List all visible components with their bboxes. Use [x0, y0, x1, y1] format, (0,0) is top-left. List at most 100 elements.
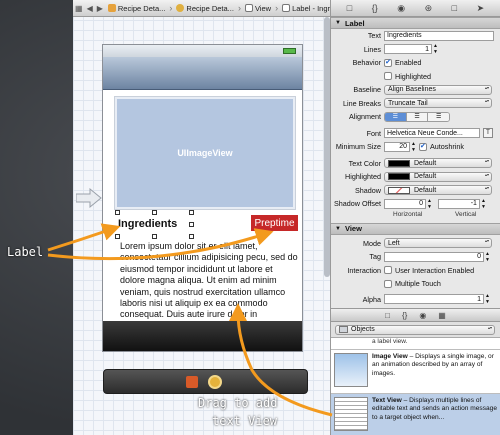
- attributes-inspector: □ {} ◉ ⊛ □ ➤ ▼ Label Text Ingredients Li…: [330, 0, 500, 435]
- resize-handle[interactable]: [152, 234, 157, 239]
- color-swatch: [388, 159, 410, 167]
- minimum-size-label: Minimum Size: [335, 142, 381, 152]
- view-icon: [244, 4, 253, 12]
- multiple-touch-label: Multiple Touch: [395, 279, 441, 289]
- lines-field[interactable]: 1: [384, 44, 432, 55]
- resize-handle[interactable]: [115, 210, 120, 215]
- quick-help-icon[interactable]: {}: [372, 3, 378, 13]
- drag-annotation-line2: text View: [212, 414, 278, 428]
- multiple-touch-checkbox[interactable]: [384, 279, 392, 288]
- image-view-caption: UIImageView: [177, 148, 233, 158]
- enabled-label: Enabled: [395, 58, 422, 68]
- breadcrumb-2[interactable]: Recipe Deta...: [173, 4, 237, 13]
- breadcrumb-3[interactable]: View: [242, 4, 274, 13]
- file-inspector-icon[interactable]: □: [347, 3, 352, 13]
- align-right-icon[interactable]: ☰: [428, 112, 449, 121]
- navigation-bar[interactable]: [103, 57, 302, 90]
- label-icon: [282, 4, 291, 12]
- highlighted-color-popup[interactable]: Default: [384, 171, 492, 182]
- file-template-library-icon[interactable]: □: [385, 311, 390, 320]
- text-color-popup[interactable]: Default: [384, 158, 492, 169]
- label-section-header[interactable]: ▼ Label: [331, 17, 500, 29]
- disclosure-down-icon: ▼: [335, 225, 341, 232]
- back-icon[interactable]: ◀: [85, 4, 95, 13]
- shadow-h-stepper-icon[interactable]: ▲ ▼: [427, 198, 432, 210]
- tag-field[interactable]: 0: [384, 251, 484, 262]
- font-field[interactable]: Helvetica Neue Conde...: [384, 128, 480, 139]
- shadow-color-popup[interactable]: Default: [384, 185, 492, 196]
- highlighted-checkbox[interactable]: [384, 72, 392, 81]
- alignment-segmented-control[interactable]: ☰ ☰ ☰: [384, 111, 450, 122]
- tag-stepper-icon[interactable]: ▲ ▼: [485, 251, 490, 263]
- line-breaks-popup[interactable]: Truncate Tail: [384, 98, 492, 109]
- shadow-offset-vertical-field[interactable]: -1: [437, 198, 480, 209]
- line-breaks-label: Line Breaks: [343, 98, 381, 108]
- image-view-thumbnail-icon: [334, 353, 368, 387]
- breadcrumb-1[interactable]: Recipe Deta...: [105, 4, 169, 13]
- attributes-inspector-icon[interactable]: ⊛: [425, 3, 433, 14]
- media-library-icon[interactable]: ▦: [438, 311, 446, 320]
- enabled-checkbox[interactable]: ✔: [384, 58, 392, 67]
- library-item-partial[interactable]: a label view.: [331, 338, 500, 350]
- connections-inspector-icon[interactable]: ➤: [477, 3, 485, 14]
- mode-popup[interactable]: Left: [384, 238, 492, 249]
- disclosure-down-icon: ▼: [335, 20, 341, 26]
- status-bar: [103, 45, 302, 57]
- label-annotation: Label: [7, 245, 44, 259]
- resize-handle[interactable]: [189, 210, 194, 215]
- align-center-icon[interactable]: ☰: [406, 112, 429, 121]
- ingredients-label[interactable]: Ingredients: [118, 218, 177, 233]
- forward-icon[interactable]: ▶: [95, 4, 105, 13]
- vertical-caption: Vertical: [455, 210, 477, 218]
- library-filter-row: Objects: [331, 322, 500, 338]
- view-controller-scene[interactable]: UIImageView Ingredients Preptime Lorem i…: [102, 44, 303, 352]
- baseline-label: Baseline: [353, 85, 381, 95]
- library-item-description: Text View – Displays multiple lines of e…: [372, 397, 497, 421]
- library-tab-bar: □ {} ◉ ▦: [331, 308, 500, 322]
- breadcrumb-4[interactable]: Label - Ingredients: [279, 4, 330, 13]
- text-color-label: Text Color: [348, 158, 381, 168]
- jump-bar: ▦ ◀ ▶ Recipe Deta... › Recipe Deta... › …: [73, 0, 330, 17]
- inspector-toolbar: □ {} ◉ ⊛ □ ➤: [331, 0, 500, 17]
- user-interaction-checkbox[interactable]: [384, 266, 392, 275]
- minimum-size-field[interactable]: 20: [384, 141, 410, 152]
- shadow-offset-label: Shadow Offset: [333, 199, 381, 209]
- grid-icon[interactable]: ▦: [73, 4, 85, 13]
- baseline-popup[interactable]: Align Baselines: [384, 84, 492, 95]
- resize-handle[interactable]: [189, 222, 194, 227]
- font-picker-icon[interactable]: T: [483, 128, 493, 139]
- minimum-size-stepper-icon[interactable]: ▲ ▼: [411, 141, 416, 153]
- horizontal-caption: Horizontal: [393, 210, 423, 218]
- library-filter-popup[interactable]: Objects: [335, 324, 495, 335]
- mode-label: Mode: [363, 238, 381, 248]
- align-left-icon[interactable]: ☰: [385, 112, 407, 121]
- text-label: Text: [367, 31, 381, 41]
- resize-handle[interactable]: [152, 210, 157, 215]
- view-controller-icon[interactable]: [208, 375, 222, 389]
- autoshrink-checkbox[interactable]: ✔: [418, 142, 427, 151]
- behavior-label: Behavior: [352, 58, 381, 68]
- text-field[interactable]: Ingredients: [384, 30, 494, 41]
- resize-handle[interactable]: [115, 234, 120, 239]
- body-text-view[interactable]: Lorem ipsum dolor sit er elit lamet, con…: [120, 241, 300, 321]
- preptime-label[interactable]: Preptime: [251, 215, 298, 231]
- alpha-stepper-icon[interactable]: ▲ ▼: [485, 293, 490, 305]
- library-item-text-view[interactable]: Text View – Displays multiple lines of e…: [331, 394, 500, 435]
- font-label: Font: [366, 128, 381, 138]
- identity-inspector-icon[interactable]: ◉: [397, 3, 405, 14]
- entry-point-arrow-icon: [76, 188, 102, 208]
- image-view[interactable]: UIImageView: [114, 96, 296, 210]
- shadow-offset-horizontal-field[interactable]: 0: [384, 198, 426, 209]
- library-item-image-view[interactable]: Image View – Displays a single image, or…: [331, 350, 500, 394]
- shadow-v-stepper-icon[interactable]: ▲ ▼: [481, 198, 486, 210]
- first-responder-cube-icon[interactable]: [186, 376, 198, 388]
- code-snippet-library-icon[interactable]: {}: [402, 311, 407, 320]
- tab-bar[interactable]: [103, 321, 302, 351]
- resize-handle[interactable]: [189, 234, 194, 239]
- size-inspector-icon[interactable]: □: [452, 3, 457, 13]
- interaction-label: Interaction: [347, 265, 381, 275]
- view-section-header[interactable]: ▼ View: [331, 222, 500, 235]
- alpha-field[interactable]: 1: [384, 294, 484, 305]
- lines-stepper-icon[interactable]: ▲ ▼: [433, 43, 438, 55]
- object-library-icon[interactable]: ◉: [419, 311, 426, 320]
